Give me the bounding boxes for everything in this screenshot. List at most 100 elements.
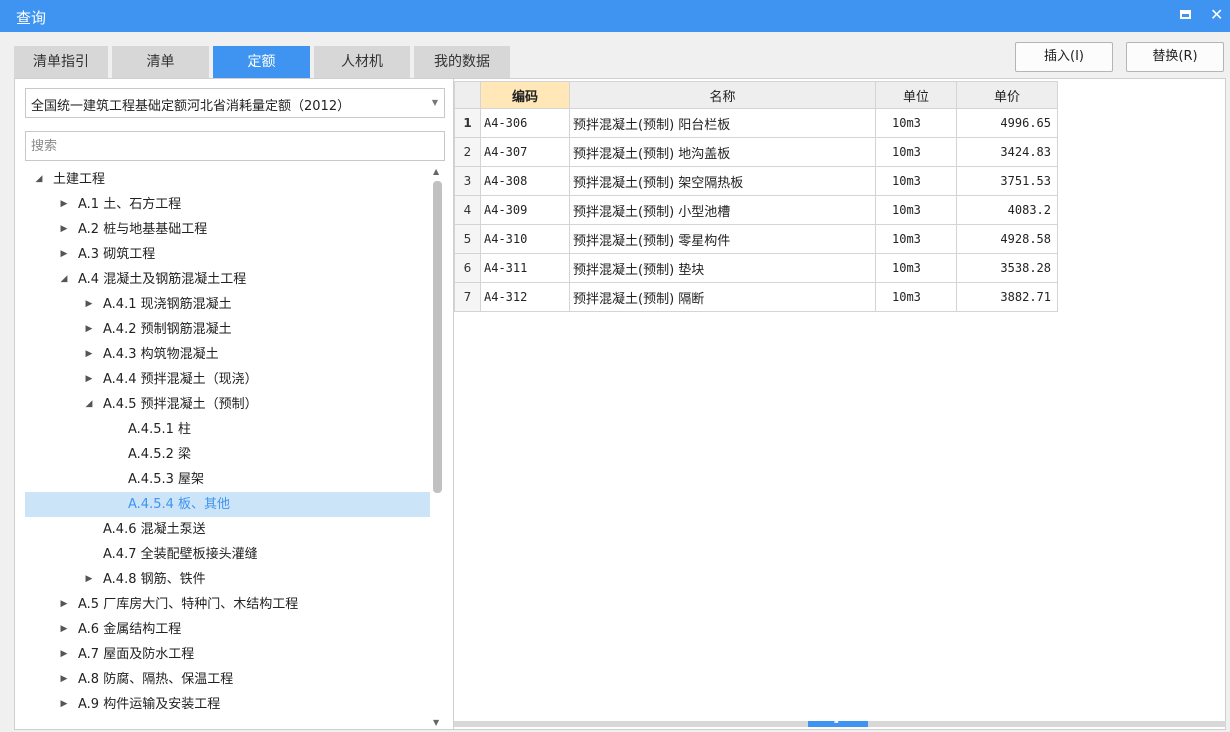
scrollbar-thumb[interactable]: ▲ bbox=[808, 717, 868, 727]
tree-item[interactable]: ◢ 土建工程 bbox=[25, 167, 430, 192]
horizontal-scrollbar[interactable]: ▲ bbox=[454, 717, 1226, 727]
tree-item[interactable]: A.4.6 混凝土泵送 bbox=[25, 517, 430, 542]
triangle-down-icon[interactable]: ◢ bbox=[58, 267, 70, 292]
cell-code[interactable]: A4-308 bbox=[480, 166, 570, 196]
cell-unit[interactable]: 10m3 bbox=[875, 166, 957, 196]
column-header-code[interactable]: 编码 bbox=[480, 81, 570, 109]
tree-item[interactable]: A.4.5.4 板、其他 bbox=[25, 492, 430, 517]
row-number[interactable]: 3 bbox=[454, 166, 481, 196]
triangle-right-icon[interactable]: ▶ bbox=[58, 692, 70, 717]
cell-price[interactable]: 4996.65 bbox=[956, 108, 1058, 138]
tree-item[interactable]: ▶ A.4.4 预拌混凝土（现浇） bbox=[25, 367, 430, 392]
cell-price[interactable]: 3882.71 bbox=[956, 282, 1058, 312]
cell-unit[interactable]: 10m3 bbox=[875, 253, 957, 283]
cell-code[interactable]: A4-309 bbox=[480, 195, 570, 225]
cell-name[interactable]: 预拌混凝土(预制) 架空隔热板 bbox=[569, 166, 876, 196]
triangle-right-icon[interactable]: ▶ bbox=[58, 217, 70, 242]
tree-item[interactable]: ▶ A.4.2 预制钢筋混凝土 bbox=[25, 317, 430, 342]
cell-name[interactable]: 预拌混凝土(预制) 垫块 bbox=[569, 253, 876, 283]
tab-quota[interactable]: 定额 bbox=[213, 46, 310, 78]
tree-item[interactable]: ▶ A.9 构件运输及安装工程 bbox=[25, 692, 430, 717]
table-row[interactable]: 1 A4-306 预拌混凝土(预制) 阳台栏板 10m3 4996.65 bbox=[454, 108, 1058, 138]
tree-item[interactable]: ▶ A.8 防腐、隔热、保温工程 bbox=[25, 667, 430, 692]
tab-list[interactable]: 清单 bbox=[112, 46, 209, 78]
cell-price[interactable]: 3538.28 bbox=[956, 253, 1058, 283]
maximize-icon[interactable] bbox=[1180, 10, 1191, 19]
column-header-name[interactable]: 名称 bbox=[569, 81, 876, 109]
triangle-right-icon[interactable]: ▶ bbox=[83, 342, 95, 367]
table-row[interactable]: 7 A4-312 预拌混凝土(预制) 隔断 10m3 3882.71 bbox=[454, 282, 1058, 312]
tree-item[interactable]: ▶ A.1 土、石方工程 bbox=[25, 192, 430, 217]
row-number[interactable]: 4 bbox=[454, 195, 481, 225]
quota-library-select[interactable]: 全国统一建筑工程基础定额河北省消耗量定额（2012） ▼ bbox=[25, 88, 445, 118]
scrollbar-thumb[interactable] bbox=[433, 181, 442, 493]
cell-unit[interactable]: 10m3 bbox=[875, 137, 957, 167]
tree-item[interactable]: ▶ A.5 厂库房大门、特种门、木结构工程 bbox=[25, 592, 430, 617]
tree-item[interactable]: A.4.7 全装配壁板接头灌缝 bbox=[25, 542, 430, 567]
cell-code[interactable]: A4-312 bbox=[480, 282, 570, 312]
tree-item[interactable]: ◢ A.4 混凝土及钢筋混凝土工程 bbox=[25, 267, 430, 292]
scroll-up-icon[interactable]: ▲ bbox=[433, 167, 439, 176]
tab-my-data[interactable]: 我的数据 bbox=[414, 46, 510, 78]
triangle-right-icon[interactable]: ▶ bbox=[58, 642, 70, 667]
tree-item[interactable]: ▶ A.3 砌筑工程 bbox=[25, 242, 430, 267]
table-row[interactable]: 6 A4-311 预拌混凝土(预制) 垫块 10m3 3538.28 bbox=[454, 253, 1058, 283]
tree-item[interactable]: ▶ A.4.3 构筑物混凝土 bbox=[25, 342, 430, 367]
row-number[interactable]: 7 bbox=[454, 282, 481, 312]
cell-name[interactable]: 预拌混凝土(预制) 小型池槽 bbox=[569, 195, 876, 225]
cell-code[interactable]: A4-306 bbox=[480, 108, 570, 138]
row-number[interactable]: 2 bbox=[454, 137, 481, 167]
cell-unit[interactable]: 10m3 bbox=[875, 224, 957, 254]
triangle-down-icon[interactable]: ◢ bbox=[33, 167, 45, 192]
cell-price[interactable]: 3424.83 bbox=[956, 137, 1058, 167]
cell-name[interactable]: 预拌混凝土(预制) 零星构件 bbox=[569, 224, 876, 254]
tree-scrollbar[interactable]: ▲ ▼ bbox=[431, 167, 443, 727]
tree-item[interactable]: A.4.5.2 梁 bbox=[25, 442, 430, 467]
cell-name[interactable]: 预拌混凝土(预制) 阳台栏板 bbox=[569, 108, 876, 138]
search-input[interactable] bbox=[25, 131, 445, 161]
cell-unit[interactable]: 10m3 bbox=[875, 108, 957, 138]
triangle-right-icon[interactable]: ▶ bbox=[83, 292, 95, 317]
cell-unit[interactable]: 10m3 bbox=[875, 195, 957, 225]
tree-item[interactable]: ◢ A.4.5 预拌混凝土（预制） bbox=[25, 392, 430, 417]
tab-labor-material-machine[interactable]: 人材机 bbox=[314, 46, 410, 78]
cell-name[interactable]: 预拌混凝土(预制) 地沟盖板 bbox=[569, 137, 876, 167]
triangle-right-icon[interactable]: ▶ bbox=[58, 617, 70, 642]
table-row[interactable]: 4 A4-309 预拌混凝土(预制) 小型池槽 10m3 4083.2 bbox=[454, 195, 1058, 225]
cell-price[interactable]: 3751.53 bbox=[956, 166, 1058, 196]
cell-code[interactable]: A4-311 bbox=[480, 253, 570, 283]
tree-item[interactable]: A.4.5.1 柱 bbox=[25, 417, 430, 442]
triangle-down-icon[interactable]: ◢ bbox=[83, 392, 95, 417]
cell-code[interactable]: A4-310 bbox=[480, 224, 570, 254]
tree-item[interactable]: ▶ A.6 金属结构工程 bbox=[25, 617, 430, 642]
table-row[interactable]: 2 A4-307 预拌混凝土(预制) 地沟盖板 10m3 3424.83 bbox=[454, 137, 1058, 167]
tree-item[interactable]: ▶ A.7 屋面及防水工程 bbox=[25, 642, 430, 667]
close-icon[interactable]: ✕ bbox=[1210, 5, 1223, 24]
replace-button[interactable]: 替换(R) bbox=[1126, 42, 1224, 72]
triangle-right-icon[interactable]: ▶ bbox=[58, 242, 70, 267]
cell-price[interactable]: 4083.2 bbox=[956, 195, 1058, 225]
tree-item[interactable]: ▶ A.2 桩与地基基础工程 bbox=[25, 217, 430, 242]
scroll-down-icon[interactable]: ▼ bbox=[433, 718, 439, 727]
tree-item[interactable]: ▶ A.4.8 钢筋、铁件 bbox=[25, 567, 430, 592]
cell-price[interactable]: 4928.58 bbox=[956, 224, 1058, 254]
tree-item[interactable]: A.4.5.3 屋架 bbox=[25, 467, 430, 492]
triangle-right-icon[interactable]: ▶ bbox=[58, 667, 70, 692]
tab-list-guide[interactable]: 清单指引 bbox=[14, 46, 108, 78]
column-header-price[interactable]: 单价 bbox=[956, 81, 1058, 109]
triangle-right-icon[interactable]: ▶ bbox=[83, 317, 95, 342]
table-row[interactable]: 3 A4-308 预拌混凝土(预制) 架空隔热板 10m3 3751.53 bbox=[454, 166, 1058, 196]
insert-button[interactable]: 插入(I) bbox=[1015, 42, 1113, 72]
cell-name[interactable]: 预拌混凝土(预制) 隔断 bbox=[569, 282, 876, 312]
table-row[interactable]: 5 A4-310 预拌混凝土(预制) 零星构件 10m3 4928.58 bbox=[454, 224, 1058, 254]
triangle-right-icon[interactable]: ▶ bbox=[58, 192, 70, 217]
triangle-right-icon[interactable]: ▶ bbox=[83, 567, 95, 592]
row-number[interactable]: 5 bbox=[454, 224, 481, 254]
column-header-unit[interactable]: 单位 bbox=[875, 81, 957, 109]
triangle-right-icon[interactable]: ▶ bbox=[58, 592, 70, 617]
row-number[interactable]: 6 bbox=[454, 253, 481, 283]
triangle-right-icon[interactable]: ▶ bbox=[83, 367, 95, 392]
cell-code[interactable]: A4-307 bbox=[480, 137, 570, 167]
row-number[interactable]: 1 bbox=[454, 108, 481, 138]
tree-item[interactable]: ▶ A.4.1 现浇钢筋混凝土 bbox=[25, 292, 430, 317]
